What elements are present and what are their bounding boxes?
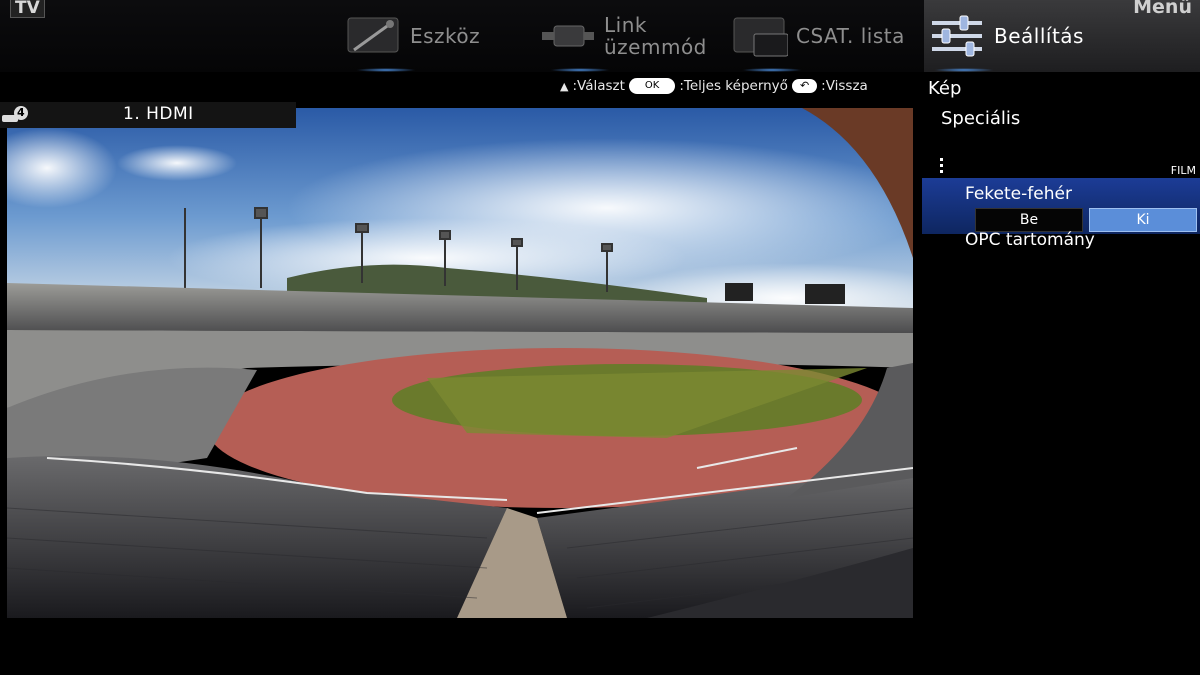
hint-back: :Vissza [821, 78, 868, 94]
tool-icon [346, 14, 402, 58]
settings-subtitle: Speciális [941, 108, 1021, 129]
picture-mode-label: FILM [1170, 164, 1196, 177]
hint-fullscreen: :Teljes képernyő [679, 78, 788, 94]
settings-panel: Kép Speciális FILM Fekete-fehér Be Ki OP… [922, 74, 1200, 675]
tab-link-uzemmod[interactable]: Link üzemmód [540, 0, 707, 72]
picture-preview [7, 108, 913, 618]
tab-eszkoz[interactable]: Eszköz [346, 0, 480, 72]
back-arrow-icon: ↶ [791, 79, 818, 93]
hint-select: :Választ [572, 78, 625, 94]
menu-label: Menü [1133, 0, 1192, 18]
setting-item-fekete-feher[interactable]: Fekete-fehér [965, 184, 1072, 204]
ok-button-icon: OK [628, 78, 676, 94]
input-source-strip: 4 1. HDMI [0, 102, 296, 128]
option-ki[interactable]: Ki [1089, 208, 1197, 232]
top-menu-bar: TV Eszköz Link üzemmód CSAT. lista Beáll… [0, 0, 1200, 72]
input-badge-number: 4 [17, 106, 25, 119]
tab-csat-lista[interactable]: CSAT. lista [732, 0, 905, 72]
input-badge-icon: 4 [2, 106, 28, 124]
tab-label: Beállítás [994, 24, 1084, 48]
control-hints: ▲ :Választ OK :Teljes képernyő ↶ :Vissza [560, 76, 920, 96]
channel-list-icon [732, 14, 789, 58]
more-dots-icon [940, 158, 944, 176]
input-source-label: 1. HDMI [123, 104, 194, 124]
settings-title: Kép [928, 78, 962, 99]
tv-label: TV [10, 0, 45, 18]
setting-item-opc-tartomany[interactable]: OPC tartomány [965, 230, 1095, 250]
tab-label-line2: üzemmód [604, 35, 707, 59]
tab-label: CSAT. lista [796, 24, 905, 48]
up-down-arrow-icon: ▲ [560, 79, 569, 93]
link-connector-icon [540, 14, 596, 58]
tab-label-line1: Link [604, 13, 647, 37]
settings-sliders-icon [930, 14, 986, 58]
tab-label: Eszköz [410, 24, 481, 48]
option-be[interactable]: Be [975, 208, 1083, 232]
tv-screen: TV Eszköz Link üzemmód CSAT. lista Beáll… [0, 0, 1200, 675]
